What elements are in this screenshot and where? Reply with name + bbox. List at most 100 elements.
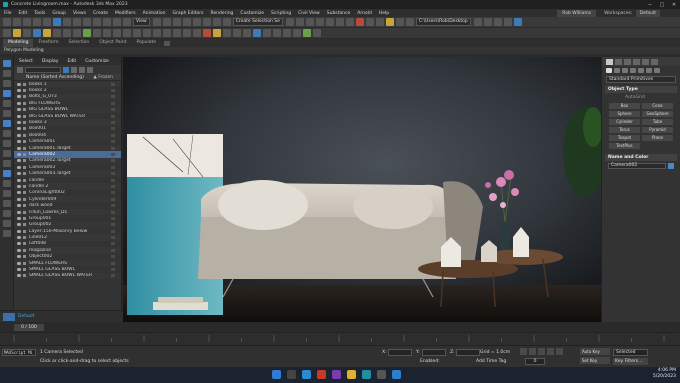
link-icon[interactable] bbox=[23, 18, 31, 26]
rect-selection-icon[interactable] bbox=[73, 18, 81, 26]
scene-row[interactable]: SMALL GLASS BOWL WATER bbox=[14, 272, 121, 280]
freeze-toggle-icon[interactable] bbox=[111, 114, 115, 118]
particle-icon[interactable] bbox=[103, 29, 111, 37]
modify-tab-icon[interactable] bbox=[615, 58, 622, 65]
slicer-icon[interactable] bbox=[293, 29, 301, 37]
menu-graph-editors[interactable]: Graph Editors bbox=[173, 11, 204, 16]
utilities-tab-icon[interactable] bbox=[651, 58, 658, 65]
close-button[interactable]: ✕ bbox=[668, 2, 680, 8]
edge-icon[interactable] bbox=[302, 370, 311, 379]
time-slider[interactable]: 0 / 100 bbox=[14, 323, 44, 331]
scene-row[interactable]: dark wood bbox=[14, 202, 121, 208]
display-bones-icon[interactable] bbox=[2, 170, 11, 177]
project-path-dropdown[interactable]: C:\Users\Rob\Desktop bbox=[415, 18, 471, 26]
freeze-toggle-icon[interactable] bbox=[111, 191, 115, 195]
freeze-toggle-icon[interactable] bbox=[111, 184, 115, 188]
corona-camera-icon[interactable] bbox=[223, 29, 231, 37]
tab-freeform[interactable]: Freeform bbox=[33, 39, 63, 47]
search-icon[interactable] bbox=[287, 370, 296, 379]
y-coordinate-field[interactable] bbox=[422, 349, 446, 356]
freeze-toggle-icon[interactable] bbox=[111, 108, 115, 112]
current-layer-label[interactable]: Default bbox=[18, 314, 34, 319]
freeze-toggle-icon[interactable] bbox=[111, 268, 115, 272]
maxscript-listener[interactable]: MAXScript Mi bbox=[2, 349, 36, 356]
visibility-eye-icon[interactable] bbox=[17, 204, 21, 208]
undo-icon[interactable] bbox=[3, 18, 11, 26]
visibility-eye-icon[interactable] bbox=[17, 159, 21, 163]
scene-row[interactable]: Camera001 bbox=[14, 139, 121, 145]
hierarchy-icon[interactable] bbox=[71, 66, 77, 73]
visibility-eye-icon[interactable] bbox=[17, 191, 21, 195]
display-none-icon[interactable] bbox=[2, 70, 11, 77]
scene-row[interactable]: Fillun_Lowres_D1 bbox=[14, 208, 121, 216]
display-spacewarps-icon[interactable] bbox=[2, 140, 11, 147]
spinner-snap-icon[interactable] bbox=[212, 18, 221, 26]
scene-row[interactable]: SMALL FLOWERS bbox=[14, 259, 121, 267]
cylinder-button[interactable]: Cylinder bbox=[609, 119, 640, 125]
window-obj-icon[interactable] bbox=[143, 29, 151, 37]
sphere-icon[interactable] bbox=[23, 29, 31, 37]
column-frozen-header[interactable]: ▲ Frozen bbox=[93, 75, 113, 80]
menu-views[interactable]: Views bbox=[73, 11, 86, 16]
scene-row[interactable]: Camera002 bbox=[14, 151, 121, 158]
settings-icon[interactable] bbox=[313, 29, 321, 37]
object-name-field[interactable]: Camera002 bbox=[608, 163, 666, 169]
freeze-toggle-icon[interactable] bbox=[111, 248, 115, 252]
tube-button[interactable]: Tube bbox=[642, 119, 673, 125]
lock-icon[interactable] bbox=[2, 230, 11, 237]
reference-coord-dropdown[interactable]: View bbox=[133, 18, 150, 26]
box-button[interactable]: Box bbox=[609, 103, 640, 109]
select-all-icon[interactable] bbox=[2, 60, 11, 67]
visibility-eye-icon[interactable] bbox=[17, 165, 21, 169]
motion-tab-icon[interactable] bbox=[633, 58, 640, 65]
freeze-toggle-icon[interactable] bbox=[111, 140, 115, 144]
prev-frame-icon[interactable] bbox=[529, 348, 536, 355]
pyramid-button[interactable]: Pyramid bbox=[642, 127, 673, 133]
display-lights-icon[interactable] bbox=[2, 110, 11, 117]
freeze-toggle-icon[interactable] bbox=[111, 89, 115, 93]
visibility-eye-icon[interactable] bbox=[17, 274, 21, 278]
column-name-header[interactable]: Name (Sorted Ascending) bbox=[26, 75, 84, 80]
foliage-icon[interactable] bbox=[193, 29, 201, 37]
tab-modeling[interactable]: Modeling bbox=[3, 39, 34, 47]
key-mode-dropdown[interactable]: Selected bbox=[613, 349, 648, 356]
cone-button[interactable]: Cone bbox=[642, 103, 673, 109]
door-icon[interactable] bbox=[133, 29, 141, 37]
display-geometry-icon[interactable] bbox=[2, 90, 11, 97]
perspective-viewport[interactable] bbox=[123, 57, 601, 322]
render-production-icon[interactable] bbox=[385, 18, 394, 26]
keyboard-shortcut-icon[interactable] bbox=[172, 18, 181, 26]
visibility-eye-icon[interactable] bbox=[17, 127, 21, 131]
search-field-icon[interactable] bbox=[25, 66, 61, 73]
scene-row[interactable]: Layer:150-Masonry Below bbox=[14, 228, 121, 234]
asset-tracking-icon[interactable] bbox=[483, 18, 492, 26]
scene-tab-customize[interactable]: Customize bbox=[85, 59, 109, 64]
scene-row[interactable]: CoronaLight002 bbox=[14, 190, 121, 196]
redo-icon[interactable] bbox=[13, 18, 21, 26]
patch-grid-icon[interactable] bbox=[113, 29, 121, 37]
visibility-eye-icon[interactable] bbox=[17, 133, 21, 137]
select-manipulate-icon[interactable] bbox=[162, 18, 171, 26]
corona-scatter-icon[interactable] bbox=[243, 29, 251, 37]
visibility-eye-icon[interactable] bbox=[17, 236, 21, 240]
nurbs-icon[interactable] bbox=[123, 29, 131, 37]
filter-icon[interactable] bbox=[2, 210, 11, 217]
light-icon[interactable] bbox=[43, 29, 51, 37]
file-explorer-icon[interactable] bbox=[347, 370, 356, 379]
freeze-toggle-icon[interactable] bbox=[111, 95, 115, 99]
teapot-icon[interactable] bbox=[13, 29, 21, 37]
selection-set-dropdown[interactable]: Create Selection Se bbox=[232, 18, 283, 26]
scene-row[interactable]: BIG GLASS BOWL bbox=[14, 106, 121, 113]
visibility-eye-icon[interactable] bbox=[17, 261, 21, 265]
add-time-tag-button[interactable]: Add Time Tag bbox=[476, 359, 506, 364]
visibility-eye-icon[interactable] bbox=[17, 172, 21, 176]
stairs-icon[interactable] bbox=[163, 29, 171, 37]
edit-named-selection-icon[interactable] bbox=[222, 18, 231, 26]
project-folder-icon[interactable] bbox=[473, 18, 482, 26]
window-crossing-icon[interactable] bbox=[83, 18, 91, 26]
angle-snap-icon[interactable] bbox=[192, 18, 201, 26]
freeze-toggle-icon[interactable] bbox=[111, 101, 115, 105]
minimize-button[interactable]: ─ bbox=[644, 2, 656, 8]
visibility-eye-icon[interactable] bbox=[17, 229, 21, 233]
scene-row[interactable]: Camera002.Target bbox=[14, 157, 121, 165]
